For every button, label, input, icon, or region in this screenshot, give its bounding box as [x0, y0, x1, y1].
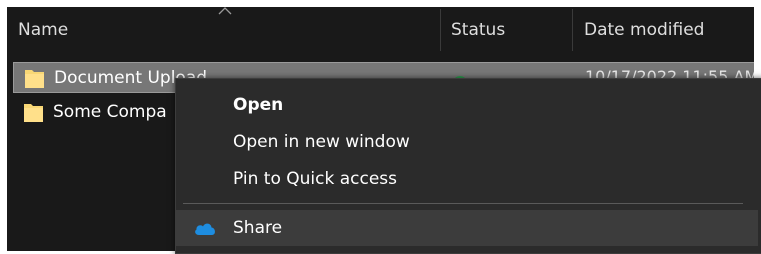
folder-icon [25, 70, 44, 88]
column-header-date-modified[interactable]: Date modified [584, 20, 704, 40]
menu-item-label: Share [233, 218, 283, 238]
menu-item-label: Open in new window [233, 132, 410, 152]
menu-item-label: Pin to Quick access [233, 169, 398, 189]
onedrive-cloud-icon [195, 223, 215, 235]
column-divider[interactable] [440, 9, 441, 51]
menu-item-share[interactable]: Share [176, 210, 758, 246]
column-divider[interactable] [572, 9, 573, 51]
folder-icon [24, 104, 43, 122]
context-menu: Open Open in new window Pin to Quick acc… [175, 78, 761, 254]
column-header-name[interactable]: Name [18, 20, 68, 40]
menu-item-pin-to-quick-access[interactable]: Pin to Quick access [176, 161, 758, 197]
column-header-status[interactable]: Status [451, 20, 505, 40]
chevron-up-icon [218, 7, 232, 15]
menu-item-label: Open [233, 95, 284, 115]
column-header-row: Name Status Date modified [7, 7, 754, 53]
menu-item-open[interactable]: Open [176, 87, 758, 123]
menu-item-open-in-new-window[interactable]: Open in new window [176, 124, 758, 160]
file-name: Some Compa [53, 102, 167, 122]
menu-divider [183, 203, 743, 204]
